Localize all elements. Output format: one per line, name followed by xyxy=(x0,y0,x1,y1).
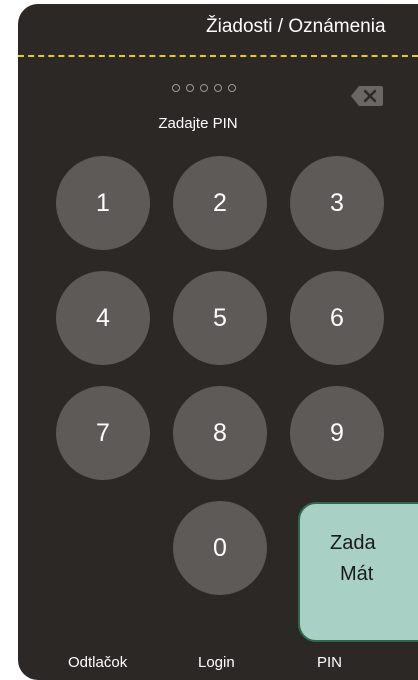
tooltip-line-2: Mát xyxy=(340,563,374,585)
key-6[interactable]: 6 xyxy=(290,271,384,365)
key-5[interactable]: 5 xyxy=(173,271,267,365)
key-3[interactable]: 3 xyxy=(290,156,384,250)
key-4[interactable]: 4 xyxy=(56,271,150,365)
pin-screen: Žiadosti / Oznámenia Zadajte PIN 1 2 3 4… xyxy=(18,4,418,680)
hint-tooltip: Zada Mát xyxy=(298,502,418,642)
key-0[interactable]: 0 xyxy=(173,501,267,595)
pin-indicator xyxy=(172,84,236,92)
page-title: Žiadosti / Oznámenia xyxy=(206,16,386,37)
tab-login[interactable]: Login xyxy=(198,654,235,671)
pin-dot xyxy=(186,84,194,92)
pin-prompt: Zadajte PIN xyxy=(158,115,238,132)
key-9[interactable]: 9 xyxy=(290,386,384,480)
tab-fingerprint[interactable]: Odtlačok xyxy=(68,654,127,671)
pin-dot xyxy=(200,84,208,92)
pin-dot xyxy=(228,84,236,92)
key-1[interactable]: 1 xyxy=(56,156,150,250)
backspace-button[interactable] xyxy=(350,85,384,107)
pin-dot xyxy=(214,84,222,92)
tab-pin[interactable]: PIN xyxy=(317,654,342,671)
key-8[interactable]: 8 xyxy=(173,386,267,480)
header-divider xyxy=(18,55,418,57)
backspace-icon xyxy=(351,86,383,106)
key-2[interactable]: 2 xyxy=(173,156,267,250)
pin-dot xyxy=(172,84,180,92)
key-7[interactable]: 7 xyxy=(56,386,150,480)
tooltip-line-1: Zada xyxy=(330,532,376,554)
